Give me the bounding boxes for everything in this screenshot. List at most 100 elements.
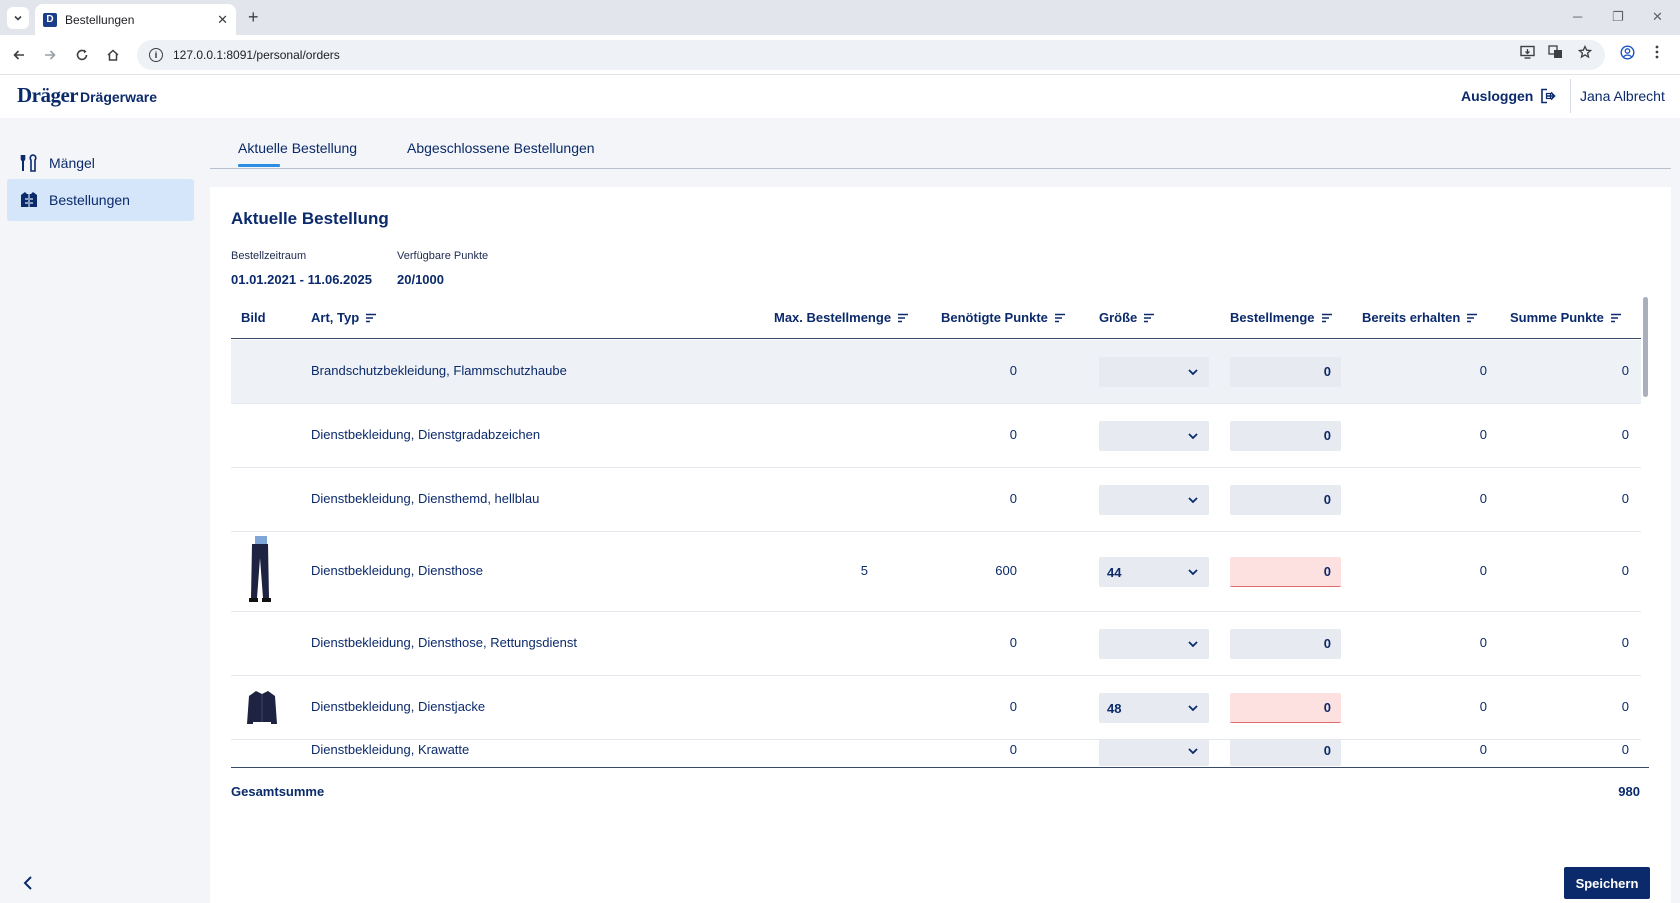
table-row[interactable]: Dienstbekleidung, Diensthose 5 600 44 0 … bbox=[231, 532, 1641, 612]
close-window-icon[interactable]: ✕ bbox=[1652, 9, 1663, 25]
size-select[interactable] bbox=[1099, 629, 1209, 659]
chevron-down-icon bbox=[1188, 569, 1198, 576]
product-image-trousers bbox=[243, 536, 277, 604]
size-select[interactable] bbox=[1099, 357, 1209, 387]
row-sum: 0 bbox=[1621, 635, 1629, 650]
column-header-received[interactable]: Bereits erhalten bbox=[1362, 310, 1478, 325]
sidebar-item-maengel[interactable]: Mängel bbox=[7, 142, 194, 184]
sort-icon[interactable] bbox=[1610, 313, 1622, 323]
quantity-input[interactable]: 0 bbox=[1230, 740, 1341, 766]
new-tab-button[interactable]: + bbox=[248, 8, 259, 26]
column-header-size[interactable]: Größe bbox=[1099, 310, 1155, 325]
restore-icon[interactable]: ❐ bbox=[1612, 9, 1624, 25]
size-select[interactable] bbox=[1099, 740, 1209, 766]
favicon-icon: D bbox=[43, 12, 57, 27]
chevron-down-icon bbox=[1188, 433, 1198, 440]
size-select[interactable]: 44 bbox=[1099, 557, 1209, 587]
quantity-input[interactable]: 0 bbox=[1230, 421, 1341, 451]
points-label: Verfügbare Punkte bbox=[397, 250, 489, 262]
browser-menu-icon[interactable] bbox=[1655, 45, 1659, 62]
user-name[interactable]: Jana Albrecht bbox=[1580, 88, 1665, 104]
collapse-sidebar-button[interactable] bbox=[18, 873, 38, 893]
browser-tab[interactable]: D Bestellungen ✕ bbox=[35, 4, 236, 35]
column-header-max-qty[interactable]: Max. Bestellmenge bbox=[774, 310, 909, 325]
sort-icon[interactable] bbox=[365, 313, 377, 323]
chevron-down-icon bbox=[1188, 369, 1198, 376]
logout-button[interactable]: Ausloggen bbox=[1461, 87, 1557, 105]
sidebar-item-bestellungen[interactable]: Bestellungen bbox=[7, 179, 194, 221]
total-label: Gesamtsumme bbox=[231, 784, 325, 799]
table-row[interactable]: Dienstbekleidung, Dienstgradabzeichen 0 … bbox=[231, 404, 1641, 468]
reload-icon[interactable] bbox=[72, 45, 92, 65]
chevron-left-icon bbox=[23, 876, 32, 890]
size-select[interactable] bbox=[1099, 485, 1209, 515]
app-header: Dräger Drägerware Ausloggen Jana Albrech… bbox=[0, 75, 1680, 118]
row-sum: 0 bbox=[1621, 699, 1629, 714]
forward-icon[interactable] bbox=[40, 45, 60, 65]
column-header-type[interactable]: Art, Typ bbox=[311, 310, 377, 325]
brand-logo[interactable]: Dräger bbox=[17, 83, 79, 108]
sidebar-item-label: Bestellungen bbox=[49, 192, 130, 208]
sidebar-item-label: Mängel bbox=[49, 155, 95, 171]
close-tab-icon[interactable]: ✕ bbox=[217, 12, 228, 28]
sort-icon[interactable] bbox=[1466, 313, 1478, 323]
tab-aktuelle-bestellung[interactable]: Aktuelle Bestellung bbox=[238, 140, 357, 167]
profile-icon[interactable] bbox=[1620, 45, 1635, 63]
chevron-down-icon bbox=[1188, 497, 1198, 504]
minimize-icon[interactable]: ─ bbox=[1573, 9, 1582, 24]
tab-abgeschlossene-bestellungen[interactable]: Abgeschlossene Bestellungen bbox=[407, 140, 595, 156]
site-info-icon[interactable]: i bbox=[149, 48, 163, 62]
row-points: 0 bbox=[1009, 427, 1017, 442]
table-row[interactable]: Dienstbekleidung, Diensthose, Rettungsdi… bbox=[231, 612, 1641, 676]
table-row[interactable]: Dienstbekleidung, Dienstjacke 0 48 0 0 0 bbox=[231, 676, 1641, 740]
quantity-input[interactable]: 0 bbox=[1230, 485, 1341, 515]
address-bar[interactable]: i 127.0.0.1:8091/personal/orders bbox=[137, 40, 1605, 70]
install-app-icon[interactable] bbox=[1520, 45, 1535, 62]
translate-icon[interactable] bbox=[1548, 45, 1563, 62]
tab-search-button[interactable] bbox=[7, 7, 29, 29]
row-type: Dienstbekleidung, Diensthose bbox=[311, 563, 483, 578]
sort-icon[interactable] bbox=[1054, 313, 1066, 323]
size-select[interactable] bbox=[1099, 421, 1209, 451]
browser-tab-title: Bestellungen bbox=[65, 12, 135, 27]
scrollbar-thumb[interactable] bbox=[1643, 297, 1648, 397]
row-received: 0 bbox=[1479, 699, 1487, 714]
quantity-input[interactable]: 0 bbox=[1230, 693, 1341, 723]
row-points: 0 bbox=[1009, 363, 1017, 378]
period-label: Bestellzeitraum bbox=[231, 250, 307, 262]
home-icon[interactable] bbox=[103, 45, 123, 65]
row-type: Dienstbekleidung, Dienstjacke bbox=[311, 699, 486, 714]
sort-icon[interactable] bbox=[1321, 313, 1333, 323]
table-row[interactable]: Dienstbekleidung, Diensthemd, hellblau 0… bbox=[231, 468, 1641, 532]
column-header-qty[interactable]: Bestellmenge bbox=[1230, 310, 1333, 325]
back-icon[interactable] bbox=[9, 45, 29, 65]
row-points: 0 bbox=[1009, 635, 1017, 650]
column-header-image: Bild bbox=[241, 310, 266, 325]
column-header-points[interactable]: Benötigte Punkte bbox=[941, 310, 1066, 325]
bookmark-star-icon[interactable] bbox=[1577, 44, 1593, 62]
row-points: 0 bbox=[1009, 699, 1017, 714]
column-header-sum[interactable]: Summe Punkte bbox=[1510, 310, 1622, 325]
quantity-input[interactable]: 0 bbox=[1230, 357, 1341, 387]
row-type: Dienstbekleidung, Dienstgradabzeichen bbox=[311, 427, 541, 442]
table-row[interactable]: Brandschutzbekleidung, Flammschutzhaube … bbox=[231, 340, 1641, 404]
size-select[interactable]: 48 bbox=[1099, 693, 1209, 723]
logout-label: Ausloggen bbox=[1461, 88, 1534, 104]
sort-icon[interactable] bbox=[897, 313, 909, 323]
row-received: 0 bbox=[1479, 427, 1487, 442]
row-type: Dienstbekleidung, Krawatte bbox=[311, 742, 470, 757]
quantity-input[interactable]: 0 bbox=[1230, 629, 1341, 659]
quantity-input[interactable]: 0 bbox=[1230, 557, 1341, 587]
browser-toolbar: i 127.0.0.1:8091/personal/orders bbox=[0, 35, 1680, 75]
sidebar: Mängel Bestellungen bbox=[0, 118, 210, 903]
row-points: 600 bbox=[995, 563, 1017, 578]
save-button[interactable]: Speichern bbox=[1564, 867, 1650, 899]
sort-icon[interactable] bbox=[1143, 313, 1155, 323]
row-sum: 0 bbox=[1621, 563, 1629, 578]
table-scrollbar[interactable] bbox=[1643, 295, 1649, 765]
row-sum: 0 bbox=[1621, 742, 1629, 757]
main-content: Aktuelle Bestellung Abgeschlossene Beste… bbox=[210, 118, 1680, 903]
period-value: 01.01.2021 - 11.06.2025 bbox=[231, 272, 372, 287]
chevron-down-icon bbox=[1188, 748, 1198, 755]
table-row[interactable]: Dienstbekleidung, Krawatte 0 0 0 0 bbox=[231, 740, 1641, 767]
